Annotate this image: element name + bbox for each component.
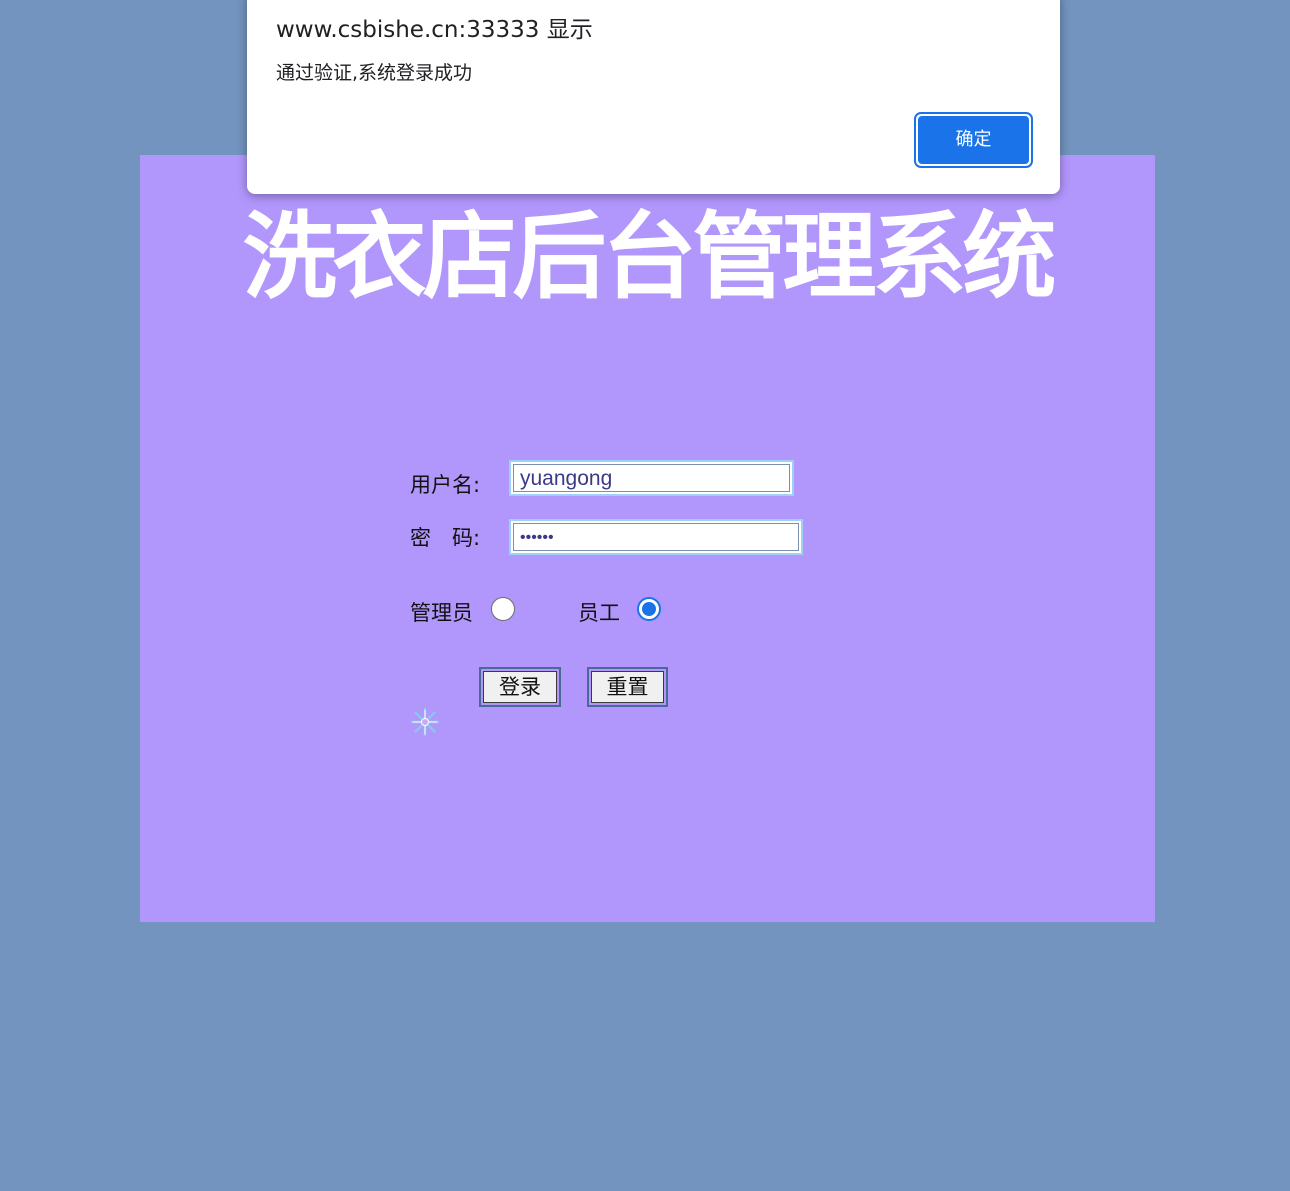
login-button[interactable]: 登录	[479, 667, 561, 707]
role-admin-label: 管理员	[410, 601, 473, 625]
password-label: 密 码:	[410, 526, 481, 550]
reset-button[interactable]: 重置	[587, 667, 668, 707]
login-button-label[interactable]: 登录	[483, 671, 557, 703]
alert-dialog: www.csbishe.cn:33333 显示 通过验证,系统登录成功 确定	[247, 0, 1060, 194]
page-title: 洗衣店后台管理系统	[242, 203, 1056, 312]
login-panel: 洗衣店后台管理系统 用户名: yuangong 密 码: •••••• 管理员 …	[140, 155, 1155, 922]
dialog-ok-button[interactable]: 确定	[914, 112, 1033, 168]
username-field[interactable]: yuangong	[509, 460, 794, 496]
role-admin-radio[interactable]	[491, 597, 515, 621]
dialog-message: 通过验证,系统登录成功	[276, 62, 473, 84]
snowflake-spinner-icon	[410, 707, 440, 737]
role-staff-radio[interactable]	[637, 597, 661, 621]
password-field[interactable]: ••••••	[509, 519, 803, 555]
username-value[interactable]: yuangong	[513, 464, 790, 492]
dialog-ok-label[interactable]: 确定	[918, 116, 1029, 164]
dialog-title: www.csbishe.cn:33333 显示	[276, 17, 593, 43]
role-staff-label: 员工	[578, 601, 620, 625]
username-label: 用户名:	[410, 473, 481, 497]
password-value[interactable]: ••••••	[513, 523, 799, 551]
reset-button-label[interactable]: 重置	[591, 671, 664, 703]
